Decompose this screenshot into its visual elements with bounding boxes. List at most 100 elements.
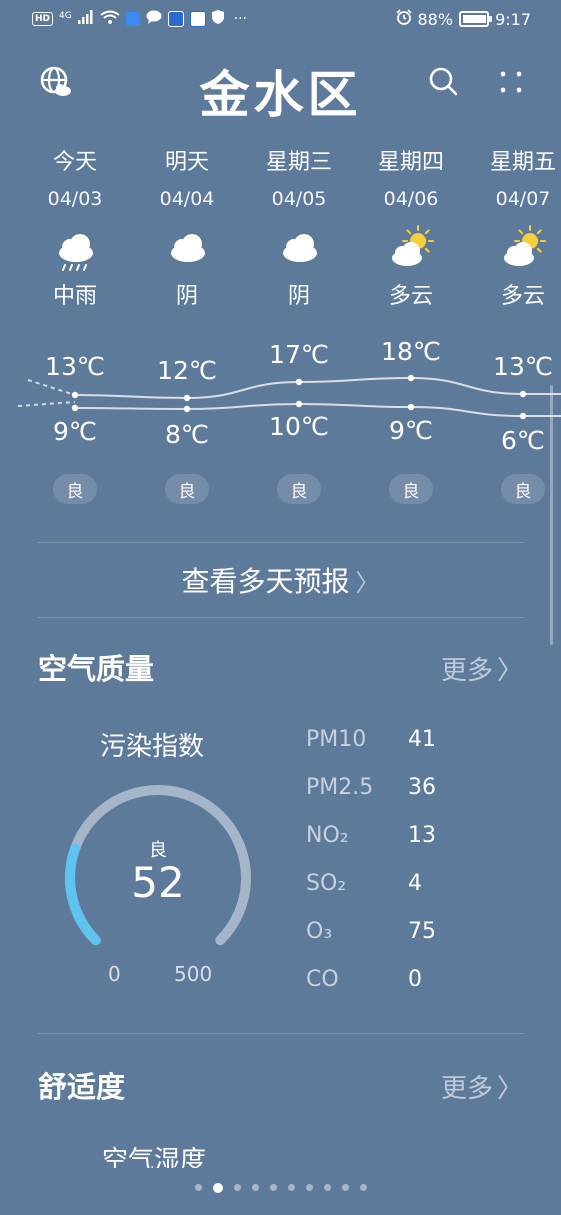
comfort-title: 舒适度 [38,1070,126,1104]
forecast-aqi-badge: 良 [389,474,433,504]
comfort-more-label: 更多 [440,1074,493,1104]
pollutant-name: NO₂ [306,823,349,848]
pollutant-value: 0 [408,967,422,992]
divider [38,617,524,618]
forecast-date: 04/04 [159,188,215,210]
air-quality-more-link[interactable]: 更多〉 [441,650,523,687]
forecast-date: 04/06 [383,188,439,210]
forecast-aqi-badge: 良 [165,474,209,504]
signal-icon [77,10,94,28]
pollutant-value: 36 [408,775,436,800]
pollutant-value: 4 [408,871,422,896]
search-button[interactable] [424,62,464,102]
aqi-value: 52 [131,858,185,907]
divider [38,542,524,543]
shield-app-icon [125,12,140,26]
app-notification-icon [167,11,184,27]
past-curve-dashed [17,379,76,407]
status-left: HD 4G ··· [32,10,247,28]
partly-cloudy-icon [356,224,466,274]
air-quality-title: 空气质量 [38,652,155,686]
status-right: 88% 9:17 [395,9,531,29]
low-temp-curve [74,402,561,417]
more-days-label: 查看多天预报 [181,565,350,598]
pollutant-value: 41 [408,727,436,752]
pollutant-name: PM2.5 [306,775,374,800]
high-temp-curve [74,376,561,400]
gauge-min: 0 [108,962,121,986]
forecast-aqi-badge: 良 [277,474,321,504]
page-dot[interactable] [194,1184,202,1191]
chevron-right-icon: 〉 [355,569,380,597]
forecast-day[interactable]: 星期四 04/06 多云 [356,144,466,310]
app-notification-icon-2 [189,11,206,27]
forecast-day-name: 星期四 [377,150,444,175]
forecast-condition: 多云 [388,284,433,309]
status-bar: HD 4G ··· 88% 9:17 [0,0,561,40]
high-temp-point [183,394,191,402]
air-quality-more-label: 更多 [440,656,493,686]
page-dot[interactable] [323,1184,331,1191]
divider [38,1033,524,1034]
cloud-icon [244,224,354,274]
menu-button[interactable] [491,62,531,102]
search-icon [429,67,458,96]
forecast-day-name: 星期三 [265,150,332,175]
battery-icon [459,11,493,27]
humidity-label: 空气湿度 [102,1146,207,1168]
forecast-day[interactable]: 今天 04/03 中雨 [20,144,130,310]
forecast-day[interactable]: 星期五 04/07 多云 [468,144,561,310]
page-dot[interactable] [233,1184,241,1191]
page-dot[interactable] [305,1184,313,1191]
temperature-curve [17,374,561,420]
page-indicator[interactable] [0,1183,561,1193]
pollutant-name: O₃ [306,919,333,944]
forecast-condition: 阴 [287,284,310,309]
low-temp-point [71,404,79,412]
chevron-right-icon: 〉 [496,656,523,686]
forecast-aqi-badge: 良 [501,474,545,504]
forecast-day[interactable]: 星期三 04/05 阴 [244,144,354,310]
page-dot[interactable] [212,1183,223,1193]
page-dot[interactable] [359,1184,367,1191]
forecast-day-name: 星期五 [489,150,556,175]
forecast-day-name: 今天 [52,150,97,175]
forecast-day-name: 明天 [164,150,209,175]
cloud-icon [132,224,242,274]
clock: 9:17 [495,9,531,29]
pollutant-name: CO [306,967,339,992]
high-temp-point [295,378,303,386]
page-dot[interactable] [269,1184,277,1191]
more-dots-icon [500,71,522,93]
rain-cloud-icon [20,224,130,274]
more-days-link[interactable]: 查看多天预报〉 [0,560,561,600]
forecast-date: 04/03 [47,188,103,210]
low-temp-point [407,403,415,411]
city-name[interactable]: 金水区 [0,55,561,127]
chevron-right-icon: 〉 [496,1074,523,1104]
chat-app-icon [146,10,162,28]
forecast-condition: 阴 [175,284,198,309]
alarm-icon [395,9,412,29]
scrollbar[interactable] [550,385,553,645]
low-temp-point [519,412,527,420]
page-dot[interactable] [287,1184,295,1191]
low-temp-point [183,405,191,413]
high-temp-point [71,391,79,399]
forecast-day[interactable]: 明天 04/04 阴 [132,144,242,310]
high-temp-point [519,390,527,398]
page-dot[interactable] [341,1184,349,1191]
low-temp-point [295,400,303,408]
forecast-condition: 多云 [500,284,545,309]
page-dot[interactable] [251,1184,259,1191]
partly-cloudy-icon [468,224,561,274]
pollutant-value: 13 [408,823,436,848]
comfort-more-link[interactable]: 更多〉 [441,1068,523,1105]
gauge-max: 500 [174,962,213,986]
forecast-date: 04/07 [495,188,551,210]
high-temp-point [407,374,415,382]
battery-percent: 88% [417,9,454,29]
pollutant-name: PM10 [306,727,367,752]
pollutant-value: 75 [408,919,436,944]
forecast-date: 04/05 [271,188,327,210]
